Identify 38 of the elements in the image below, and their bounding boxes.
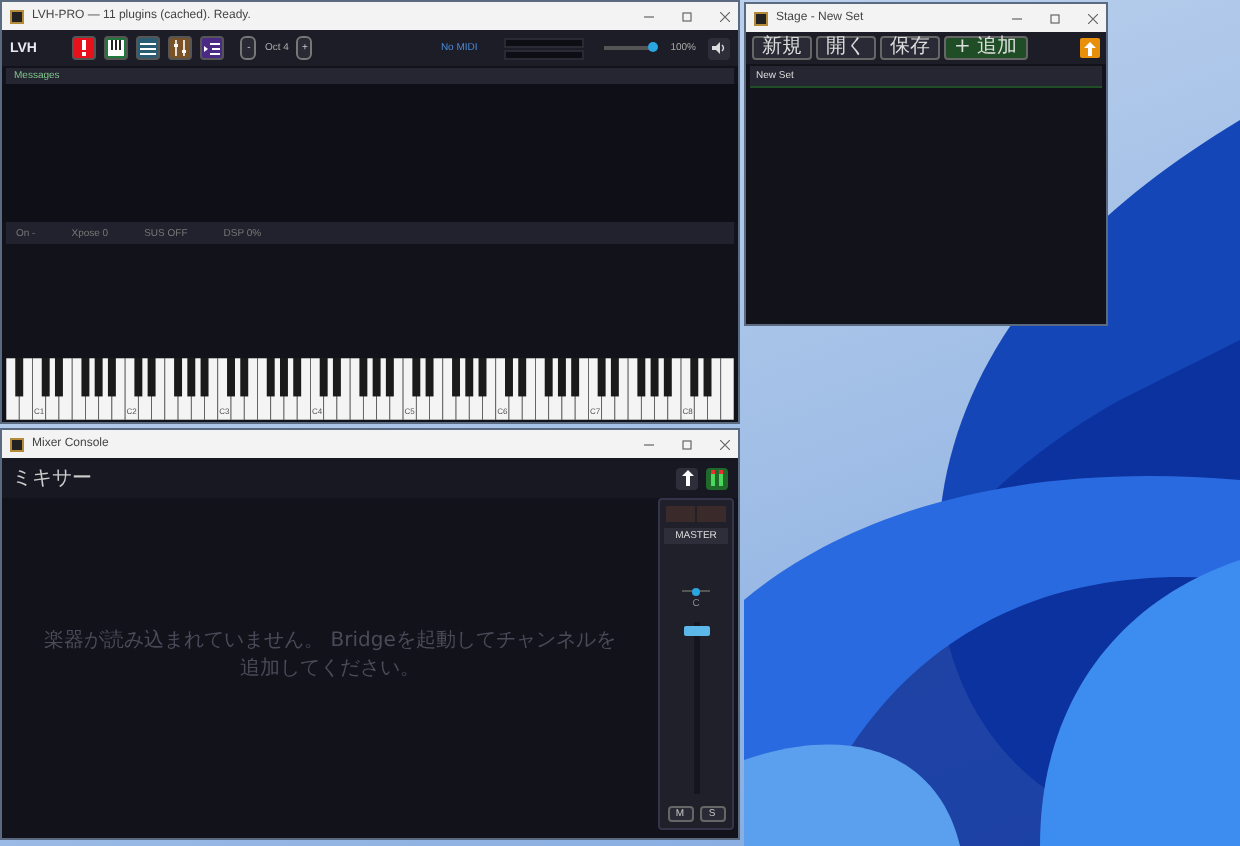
pan-knob[interactable] — [692, 587, 700, 595]
exclamation-icon — [80, 40, 89, 56]
upload-button[interactable] — [1080, 38, 1100, 58]
mixer-heading: ミキサー — [12, 466, 94, 492]
speaker-icon — [712, 42, 726, 54]
meter-button[interactable] — [706, 467, 728, 489]
tool-button[interactable] — [136, 36, 161, 60]
up-arrow-icon — [681, 470, 693, 486]
up-arrow-icon — [1084, 41, 1096, 55]
fader-thumb[interactable] — [683, 625, 709, 636]
close-icon[interactable] — [1088, 13, 1098, 23]
menu-icon — [140, 41, 157, 55]
maximize-icon[interactable] — [682, 439, 692, 449]
level-meter — [666, 506, 726, 522]
speaker-button[interactable] — [708, 37, 730, 59]
indent-icon — [204, 41, 221, 55]
sliders-icon — [172, 40, 189, 56]
pin-button[interactable] — [676, 467, 698, 489]
tool-button[interactable] — [168, 36, 193, 60]
maximize-icon[interactable] — [1050, 13, 1060, 23]
stage-button[interactable]: 新規 — [752, 36, 812, 60]
stage-button[interactable]: 保存 — [880, 36, 940, 60]
stage-button[interactable]: 開く — [816, 36, 876, 60]
piano-icon — [108, 40, 125, 56]
add-button[interactable]: + 追加 — [944, 36, 1028, 60]
app-icon — [754, 11, 768, 25]
piano-keyboard-drawing[interactable] — [6, 358, 734, 420]
empty-message: 楽器が読み込まれていません。 Bridgeを起動してチャンネルを追加してください。 — [42, 627, 618, 682]
tool-button[interactable] — [72, 36, 97, 60]
slider-thumb[interactable] — [647, 42, 658, 52]
tool-button[interactable] — [200, 36, 225, 60]
app-icon — [10, 437, 24, 451]
close-icon[interactable] — [720, 11, 730, 21]
app-icon — [10, 9, 24, 23]
meter-icon — [710, 470, 724, 486]
tool-button[interactable] — [104, 36, 129, 60]
close-icon[interactable] — [720, 439, 730, 449]
maximize-icon[interactable] — [682, 11, 692, 21]
